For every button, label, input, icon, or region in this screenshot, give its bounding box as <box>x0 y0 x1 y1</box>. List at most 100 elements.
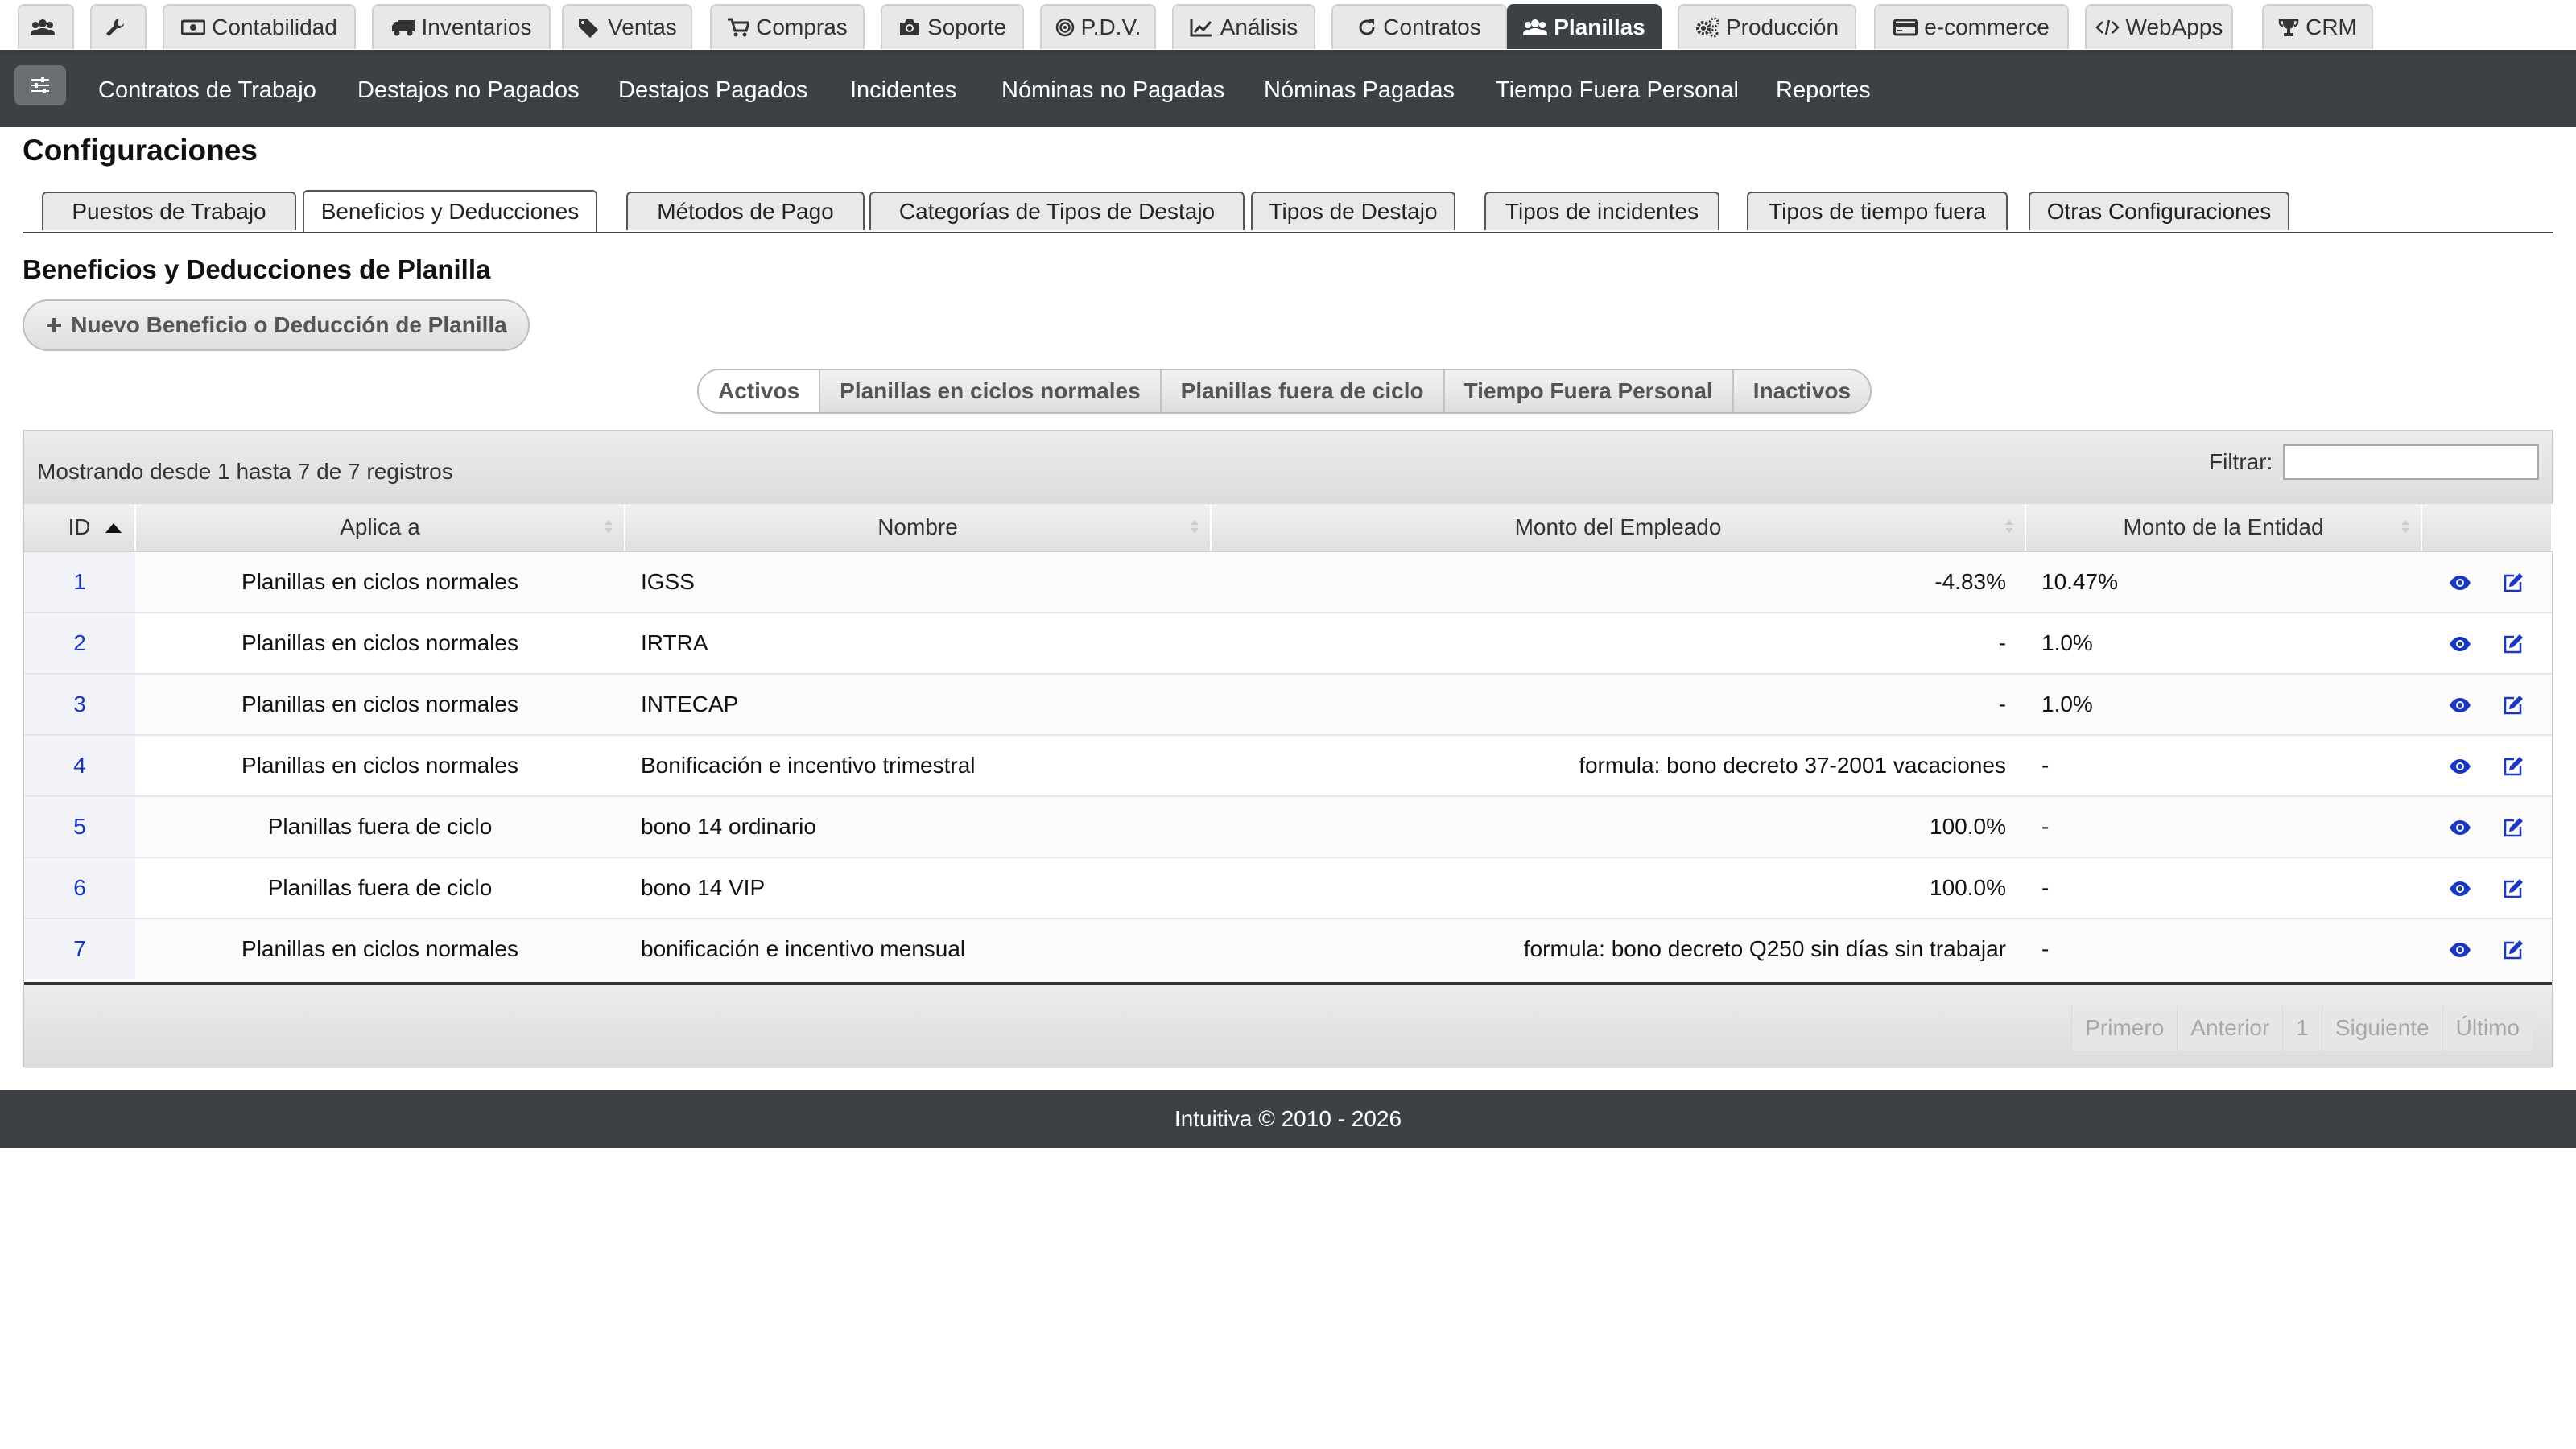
row-id-link[interactable]: 2 <box>24 612 135 674</box>
tab-users-home[interactable] <box>18 4 74 49</box>
filter-activos[interactable]: Activos <box>699 370 819 412</box>
edit-icon[interactable] <box>2501 754 2525 778</box>
tab-planillas[interactable]: Planillas <box>1507 4 1662 49</box>
subnav-incidentes[interactable]: Incidentes <box>850 53 956 127</box>
sort-both-icon <box>2401 520 2409 533</box>
tab-soporte[interactable]: Soporte <box>881 4 1024 49</box>
eye-icon[interactable] <box>2448 693 2472 717</box>
filter-ciclos-normales[interactable]: Planillas en ciclos normales <box>819 370 1160 412</box>
pager-first-button[interactable]: Primero <box>2071 1005 2178 1051</box>
edit-icon[interactable] <box>2501 571 2525 595</box>
subnav-nominas-pagadas[interactable]: Nóminas Pagadas <box>1264 53 1455 127</box>
edit-icon[interactable] <box>2501 815 2525 840</box>
eye-icon[interactable] <box>2448 632 2472 656</box>
column-header-monto-entidad[interactable]: Monto de la Entidad <box>2025 504 2422 552</box>
tab-label: WebApps <box>2125 14 2223 39</box>
tab-tipos-de-destajo[interactable]: Tipos de Destajo <box>1251 192 1455 230</box>
tab-tipos-de-incidentes[interactable]: Tipos de incidentes <box>1484 192 1719 230</box>
eye-icon[interactable] <box>2448 877 2472 901</box>
column-header-id[interactable]: ID <box>24 504 136 552</box>
benefits-table: ID Aplica a Nombre Monto del Empleado Mo… <box>24 504 2553 979</box>
new-benefit-deduction-button[interactable]: Nuevo Beneficio o Deducción de Planilla <box>23 299 530 351</box>
tab-label: P.D.V. <box>1080 14 1141 39</box>
filter-label: Filtrar: <box>2209 449 2273 474</box>
pager-page-1[interactable]: 1 <box>2282 1005 2322 1051</box>
tab-tools[interactable] <box>90 4 147 49</box>
cell-monto-empleado: - <box>1211 612 2025 674</box>
tab-contabilidad[interactable]: Contabilidad <box>163 4 356 49</box>
sort-both-icon <box>2005 520 2013 533</box>
cell-monto-empleado: - <box>1211 673 2025 735</box>
table-header-row: ID Aplica a Nombre Monto del Empleado Mo… <box>24 504 2553 552</box>
tab-ventas[interactable]: Ventas <box>562 4 692 49</box>
tab-inventarios[interactable]: Inventarios <box>372 4 551 49</box>
cell-nombre: Bonificación e incentivo trimestral <box>625 734 1211 796</box>
pager-previous-button[interactable]: Anterior <box>2177 1005 2283 1051</box>
eye-icon[interactable] <box>2448 938 2472 962</box>
table-toolbar: Mostrando desde 1 hasta 7 de 7 registros… <box>24 431 2552 504</box>
row-id-link[interactable]: 7 <box>24 918 135 979</box>
column-header-label: Monto de la Entidad <box>2123 514 2324 539</box>
subnav-contratos-de-trabajo[interactable]: Contratos de Trabajo <box>98 53 316 127</box>
subnav-destajos-no-pagados[interactable]: Destajos no Pagados <box>357 53 580 127</box>
copyright-text: Intuitiva © 2010 - 2026 <box>1174 1106 1402 1131</box>
column-header-label: Monto del Empleado <box>1514 514 1722 539</box>
column-header-nombre[interactable]: Nombre <box>625 504 1212 552</box>
tab-otras-configuraciones[interactable]: Otras Configuraciones <box>2029 192 2289 230</box>
tab-pdv[interactable]: P.D.V. <box>1040 4 1156 49</box>
chart-line-icon <box>1190 19 1212 37</box>
gears-icon <box>1695 17 1719 38</box>
eye-icon[interactable] <box>2448 815 2472 840</box>
subnav-tiempo-fuera-personal[interactable]: Tiempo Fuera Personal <box>1496 53 1739 127</box>
row-id-link[interactable]: 3 <box>24 673 135 735</box>
tab-beneficios-y-deducciones[interactable]: Beneficios y Deducciones <box>303 190 597 232</box>
column-header-monto-empleado[interactable]: Monto del Empleado <box>1211 504 2026 552</box>
edit-icon[interactable] <box>2501 693 2525 717</box>
edit-icon[interactable] <box>2501 938 2525 962</box>
tags-icon <box>579 19 599 38</box>
truck-icon <box>391 20 415 36</box>
pager-last-button[interactable]: Último <box>2442 1005 2533 1051</box>
config-tab-bar: Puestos de Trabajo Beneficios y Deduccio… <box>23 188 2553 233</box>
page-title: Configuraciones <box>23 134 258 167</box>
cell-monto-empleado: -4.83% <box>1211 551 2025 613</box>
sort-asc-icon <box>105 523 122 533</box>
tab-analisis[interactable]: Análisis <box>1172 4 1315 49</box>
tab-puestos-de-trabajo[interactable]: Puestos de Trabajo <box>42 192 296 230</box>
tab-crm[interactable]: CRM <box>2262 4 2373 49</box>
cell-monto-entidad: - <box>2025 734 2421 796</box>
sort-both-icon <box>1191 520 1199 533</box>
subnav-reportes[interactable]: Reportes <box>1776 53 1871 127</box>
tab-compras[interactable]: Compras <box>710 4 865 49</box>
row-id-link[interactable]: 5 <box>24 795 135 857</box>
cell-monto-empleado: formula: bono decreto 37-2001 vacaciones <box>1211 734 2025 796</box>
edit-icon[interactable] <box>2501 877 2525 901</box>
tab-contratos[interactable]: Contratos <box>1331 4 1507 49</box>
filter-inactivos[interactable]: Inactivos <box>1732 370 1871 412</box>
row-actions <box>2421 551 2552 613</box>
row-id-link[interactable]: 1 <box>24 551 135 613</box>
subnav-nominas-no-pagadas[interactable]: Nóminas no Pagadas <box>1001 53 1224 127</box>
tab-label: Compras <box>756 14 848 39</box>
row-id-link[interactable]: 4 <box>24 734 135 796</box>
subnav-destajos-pagados[interactable]: Destajos Pagados <box>618 53 807 127</box>
pager-next-button[interactable]: Siguiente <box>2321 1005 2442 1051</box>
camera-icon <box>899 19 919 35</box>
tab-produccion[interactable]: Producción <box>1678 4 1856 49</box>
subnav-toggle-button[interactable] <box>14 65 66 105</box>
filter-tiempo-fuera-personal[interactable]: Tiempo Fuera Personal <box>1443 370 1732 412</box>
eye-icon[interactable] <box>2448 571 2472 595</box>
tab-ecommerce[interactable]: e-commerce <box>1874 4 2069 49</box>
table-row: 4 Planillas en ciclos normales Bonificac… <box>24 734 2552 796</box>
column-header-aplica-a[interactable]: Aplica a <box>135 504 625 552</box>
tab-categorias-tipos-destajo[interactable]: Categorías de Tipos de Destajo <box>869 192 1245 230</box>
filter-fuera-de-ciclo[interactable]: Planillas fuera de ciclo <box>1159 370 1443 412</box>
tab-metodos-de-pago[interactable]: Métodos de Pago <box>626 192 865 230</box>
row-id-link[interactable]: 6 <box>24 857 135 919</box>
filter-input[interactable] <box>2283 444 2539 480</box>
eye-icon[interactable] <box>2448 754 2472 778</box>
cell-monto-entidad: - <box>2025 857 2421 919</box>
tab-tipos-de-tiempo-fuera[interactable]: Tipos de tiempo fuera <box>1747 192 2008 230</box>
tab-webapps[interactable]: WebApps <box>2085 4 2233 49</box>
edit-icon[interactable] <box>2501 632 2525 656</box>
